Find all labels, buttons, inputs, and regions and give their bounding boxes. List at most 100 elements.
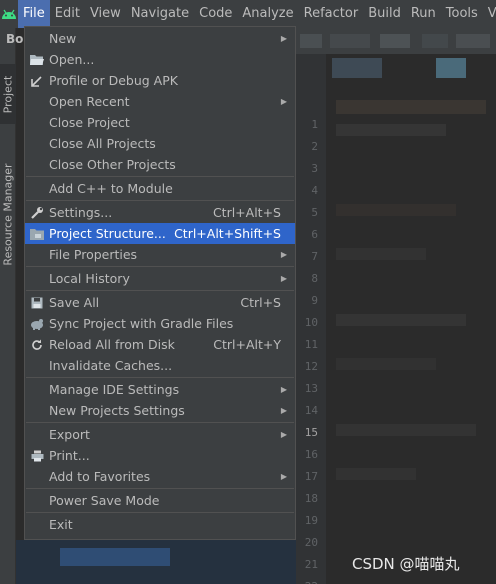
menu-item-power-save-mode[interactable]: Power Save Mode — [25, 490, 295, 511]
menu-separator — [26, 488, 294, 489]
menu-item-label: New Projects Settings — [49, 403, 185, 418]
blank-icon — [25, 355, 49, 376]
line-number: 11 — [304, 338, 318, 351]
line-number: 19 — [304, 514, 318, 527]
menu-tools[interactable]: Tools — [441, 0, 483, 28]
menu-item-label: Reload All from Disk — [49, 337, 175, 352]
menu-item-add-to-favorites[interactable]: Add to Favorites ▶ — [25, 466, 295, 487]
blank-icon — [25, 112, 49, 133]
menu-item-manage-ide-settings[interactable]: Manage IDE Settings ▶ — [25, 379, 295, 400]
code-editor[interactable]: 1 2 3 4 5 6 7 8 9 10 11 12 13 14 15 16 1… — [296, 28, 496, 584]
submenu-arrow-icon: ▶ — [280, 406, 288, 415]
blank-icon — [25, 514, 49, 535]
menu-item-label: Local History — [49, 271, 130, 286]
menu-item-label: Close Other Projects — [49, 157, 176, 172]
menu-edit[interactable]: Edit — [50, 0, 85, 28]
menu-build[interactable]: Build — [363, 0, 406, 28]
print-icon — [25, 445, 49, 466]
menu-item-new-projects-settings[interactable]: New Projects Settings ▶ — [25, 400, 295, 421]
android-studio-logo-icon — [0, 0, 18, 28]
menu-code[interactable]: Code — [194, 0, 237, 28]
line-number: 16 — [304, 448, 318, 461]
menu-item-close-other-projects[interactable]: Close Other Projects — [25, 154, 295, 175]
profile-apk-icon — [25, 70, 49, 91]
menu-item-close-project[interactable]: Close Project — [25, 112, 295, 133]
file-menu-dropdown: New ▶ Open... Profile or Debug APK Open … — [24, 26, 296, 540]
menu-item-exit[interactable]: Exit — [25, 514, 295, 535]
line-number: 7 — [311, 250, 318, 263]
menu-item-add-cpp-to-module[interactable]: Add C++ to Module — [25, 178, 295, 199]
menu-file[interactable]: File — [18, 0, 50, 28]
blank-icon — [25, 133, 49, 154]
menu-item-print[interactable]: Print... — [25, 445, 295, 466]
line-number: 14 — [304, 404, 318, 417]
menu-item-label: Manage IDE Settings — [49, 382, 180, 397]
blank-icon — [25, 466, 49, 487]
menu-item-shortcut: Ctrl+S — [240, 295, 281, 310]
submenu-arrow-icon: ▶ — [280, 97, 288, 106]
menu-item-label: Add to Favorites — [49, 469, 151, 484]
folder-open-icon — [25, 49, 49, 70]
watermark: CSDN @喵喵丸 — [352, 555, 460, 573]
menu-item-export[interactable]: Export ▶ — [25, 424, 295, 445]
menu-item-open-recent[interactable]: Open Recent ▶ — [25, 91, 295, 112]
gradle-sync-icon — [25, 313, 49, 334]
submenu-arrow-icon: ▶ — [280, 430, 288, 439]
line-number: 10 — [304, 316, 318, 329]
project-structure-icon — [25, 223, 49, 244]
blank-icon — [25, 424, 49, 445]
line-number: 20 — [304, 536, 318, 549]
blank-icon — [25, 379, 49, 400]
menu-item-new[interactable]: New ▶ — [25, 28, 295, 49]
bottom-panel-blur-accent — [60, 548, 170, 566]
blank-icon — [25, 154, 49, 175]
submenu-arrow-icon: ▶ — [280, 385, 288, 394]
menu-navigate[interactable]: Navigate — [126, 0, 194, 28]
menu-separator — [26, 176, 294, 177]
menu-item-close-all-projects[interactable]: Close All Projects — [25, 133, 295, 154]
menu-item-sync-gradle[interactable]: Sync Project with Gradle Files — [25, 313, 295, 334]
menu-run[interactable]: Run — [406, 0, 441, 28]
menu-refactor[interactable]: Refactor — [299, 0, 364, 28]
line-number: 1 — [311, 118, 318, 131]
menu-item-invalidate-caches[interactable]: Invalidate Caches... — [25, 355, 295, 376]
menu-item-label: Print... — [49, 448, 90, 463]
menu-analyze[interactable]: Analyze — [237, 0, 298, 28]
menu-item-file-properties[interactable]: File Properties ▶ — [25, 244, 295, 265]
line-number: 9 — [311, 294, 318, 307]
menu-item-label: Profile or Debug APK — [49, 73, 178, 88]
menu-item-label: Open Recent — [49, 94, 130, 109]
project-panel-header: Bo — [6, 32, 24, 46]
save-icon — [25, 292, 49, 313]
menu-view[interactable]: View — [85, 0, 126, 28]
left-tool-strip: Project Resource Manager — [0, 28, 16, 584]
menu-vcs[interactable]: VC — [483, 0, 496, 28]
blank-icon — [25, 28, 49, 49]
menu-item-label: Settings... — [49, 205, 113, 220]
menu-item-profile-debug-apk[interactable]: Profile or Debug APK — [25, 70, 295, 91]
project-tab-label: Project — [1, 75, 15, 113]
menu-item-label: Power Save Mode — [49, 493, 160, 508]
line-number: 17 — [304, 470, 318, 483]
blank-icon — [25, 91, 49, 112]
menu-item-open[interactable]: Open... — [25, 49, 295, 70]
menu-item-settings[interactable]: Settings... Ctrl+Alt+S — [25, 202, 295, 223]
project-tool-tab[interactable]: Project — [0, 64, 16, 124]
line-number: 2 — [311, 140, 318, 153]
menu-separator — [26, 422, 294, 423]
menu-item-shortcut: Ctrl+Alt+Y — [213, 337, 281, 352]
menu-item-label: Close All Projects — [49, 136, 156, 151]
resource-manager-tab-label: Resource Manager — [1, 162, 15, 266]
menu-item-project-structure[interactable]: Project Structure... Ctrl+Alt+Shift+S — [25, 223, 295, 244]
blank-icon — [25, 178, 49, 199]
menu-bar: File Edit View Navigate Code Analyze Ref… — [0, 0, 496, 28]
menu-item-label: Sync Project with Gradle Files — [49, 316, 234, 331]
menu-item-shortcut: Ctrl+Alt+S — [212, 205, 281, 220]
menu-item-local-history[interactable]: Local History ▶ — [25, 268, 295, 289]
resource-manager-tool-tab[interactable]: Resource Manager — [0, 158, 16, 270]
menu-item-label: Exit — [49, 517, 73, 532]
menu-item-save-all[interactable]: Save All Ctrl+S — [25, 292, 295, 313]
menu-separator — [26, 512, 294, 513]
menu-item-reload-all[interactable]: Reload All from Disk Ctrl+Alt+Y — [25, 334, 295, 355]
line-number: 12 — [304, 360, 318, 373]
